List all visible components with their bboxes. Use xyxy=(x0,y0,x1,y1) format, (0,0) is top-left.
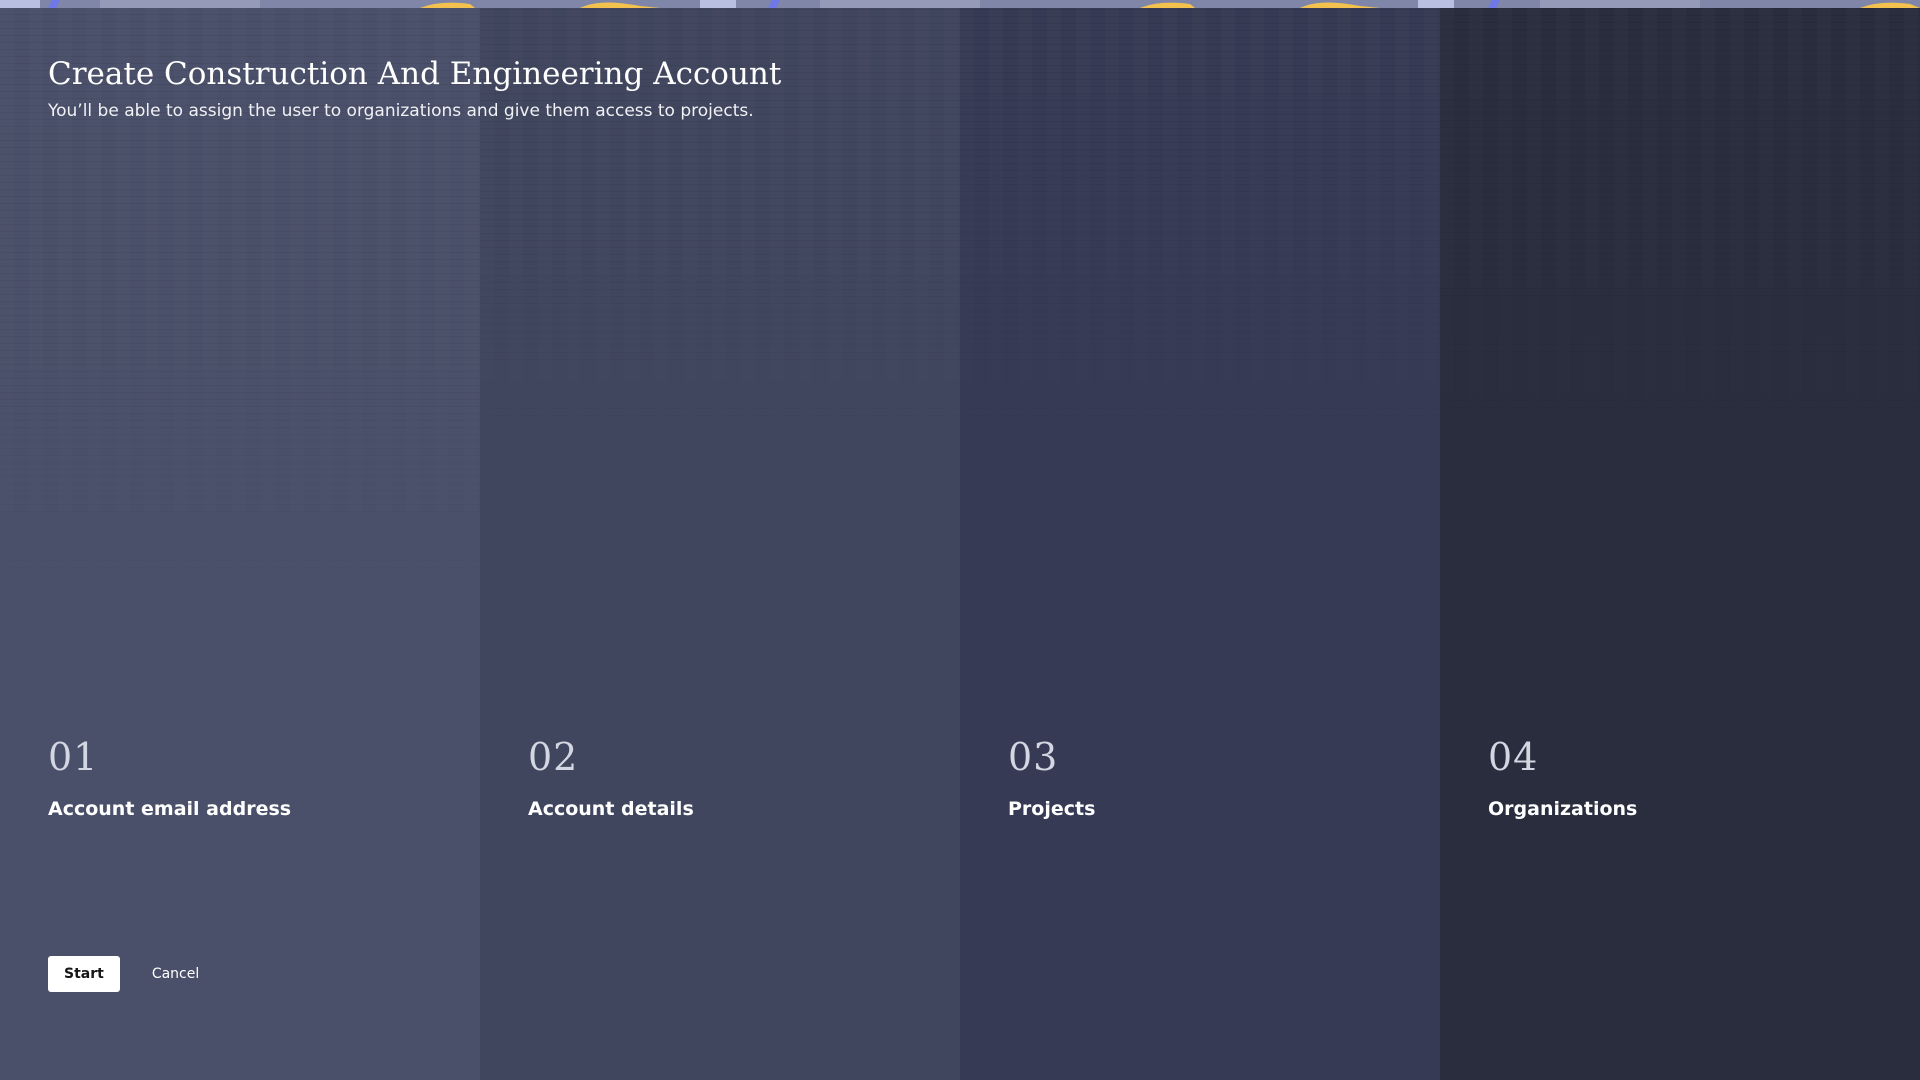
page-subtitle: You’ll be able to assign the user to org… xyxy=(48,101,754,122)
step-1: 01 Account email address xyxy=(48,738,291,820)
step-column-1: 01 Account email address xyxy=(0,8,480,1080)
step-title: Account email address xyxy=(48,798,292,820)
step-title: Account details xyxy=(528,798,694,820)
step-title: Projects xyxy=(1008,798,1096,820)
page-title: Create Construction And Engineering Acco… xyxy=(48,56,782,92)
step-column-4: 04 Organizations xyxy=(1440,8,1920,1080)
step-3: 03 Projects xyxy=(1008,738,1095,820)
step-number: 02 xyxy=(528,735,579,779)
step-number: 04 xyxy=(1488,735,1539,779)
step-columns: 01 Account email address 02 Account deta… xyxy=(0,8,1920,1080)
step-4: 04 Organizations xyxy=(1488,738,1637,820)
action-bar: Start Cancel xyxy=(48,956,215,992)
cancel-button[interactable]: Cancel xyxy=(136,956,215,992)
column-texture xyxy=(960,8,1440,528)
step-column-2: 02 Account details xyxy=(480,8,960,1080)
start-button[interactable]: Start xyxy=(48,956,120,992)
page-header: Create Construction And Engineering Acco… xyxy=(48,56,781,121)
step-number: 01 xyxy=(48,735,99,779)
step-title: Organizations xyxy=(1488,798,1638,820)
create-account-page: 01 Account email address 02 Account deta… xyxy=(0,0,1920,1080)
column-texture xyxy=(1440,8,1920,548)
step-number: 03 xyxy=(1008,735,1059,779)
step-column-3: 03 Projects xyxy=(960,8,1440,1080)
decorative-pattern-strip xyxy=(0,0,1920,8)
step-2: 02 Account details xyxy=(528,738,694,820)
